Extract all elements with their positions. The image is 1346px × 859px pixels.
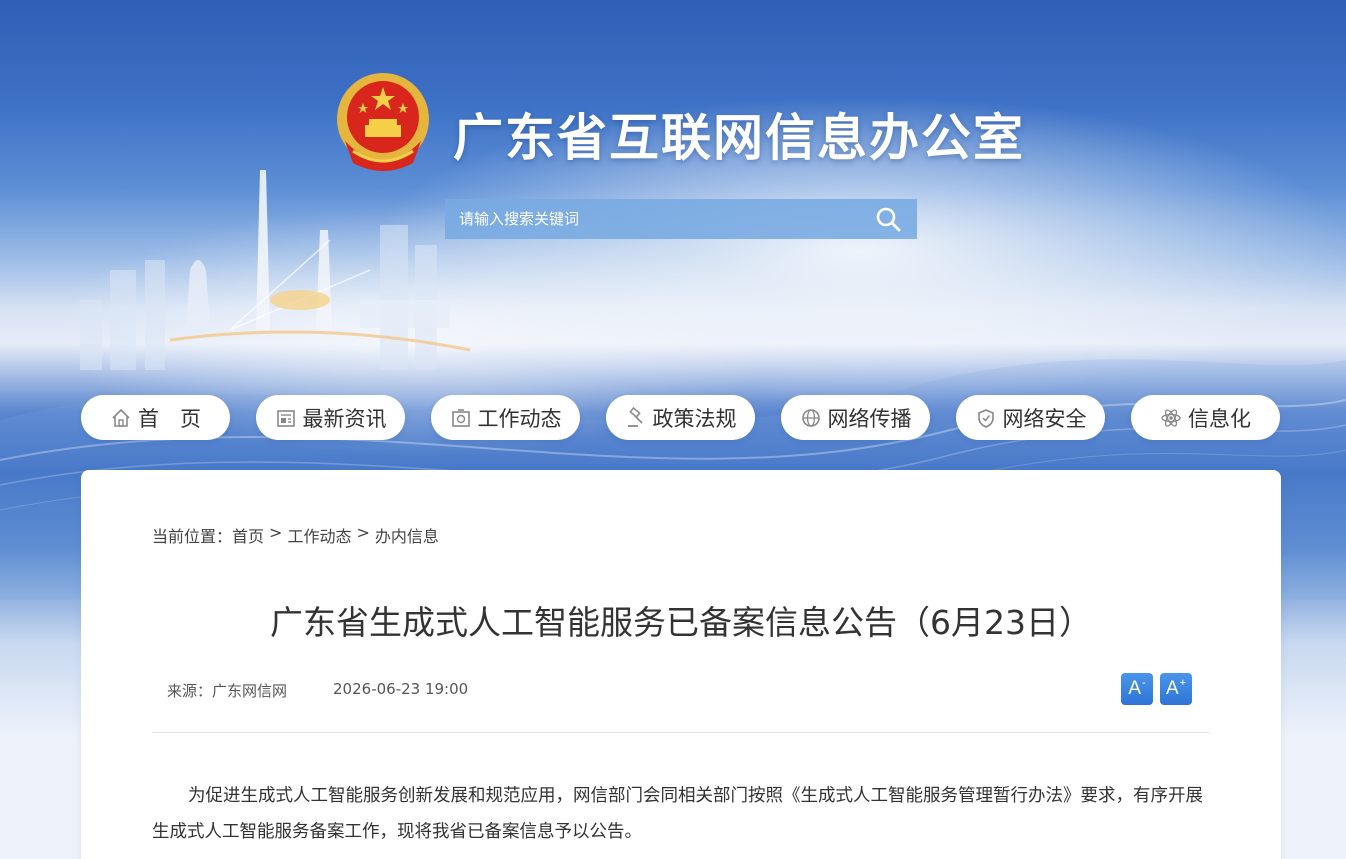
article-source: 来源：广东网信网	[167, 682, 288, 700]
font-decrease-label: A	[1128, 678, 1141, 699]
breadcrumb-separator: >	[269, 523, 283, 542]
meta-divider	[152, 732, 1210, 733]
article-meta: 来源：广东网信网 2026-06-23 19:00	[167, 680, 468, 701]
shield-icon	[975, 407, 997, 429]
gavel-icon	[625, 406, 647, 429]
breadcrumb-separator: >	[356, 523, 370, 542]
font-increase-label: A	[1165, 678, 1179, 699]
globe-icon	[800, 407, 822, 429]
breadcrumb-link-work[interactable]: 工作动态	[287, 523, 351, 547]
article-container: 当前位置： 首页 > 工作动态 > 办内信息 广东省生成式人工智能服务已备案信息…	[81, 470, 1281, 859]
search-button[interactable]	[859, 199, 917, 239]
breadcrumb-prefix: 当前位置：	[152, 527, 233, 546]
font-size-controls: A- A +	[1121, 673, 1192, 705]
article-paragraph: 为促进生成式人工智能服务创新发展和规范应用，网信部门会同相关部门按照《生成式人工…	[152, 786, 1203, 842]
national-emblem-icon	[333, 71, 433, 176]
nav-item-label: 最新资讯	[302, 406, 387, 431]
nav-item-label: 信息化	[1188, 406, 1251, 431]
search-icon	[876, 207, 901, 232]
nav-item-policy[interactable]: 政策法规	[606, 395, 755, 440]
font-increase-sup: +	[1179, 677, 1187, 689]
nav-item-label: 网络安全	[1002, 406, 1087, 431]
search-input[interactable]	[445, 199, 859, 239]
nav-item-label: 网络传播	[827, 406, 912, 431]
news-icon	[275, 407, 297, 429]
nav-item-label: 政策法规	[652, 406, 737, 431]
home-icon	[110, 407, 132, 429]
breadcrumb: 当前位置： 首页 > 工作动态 > 办内信息	[152, 523, 439, 547]
nav-item-home[interactable]: 首 页	[81, 395, 230, 440]
article-date: 2026-06-23 19:00	[333, 680, 469, 698]
atom-icon	[1160, 407, 1182, 429]
nav-item-label: 首 页	[138, 406, 201, 431]
work-icon	[450, 407, 472, 429]
font-increase-button[interactable]: A +	[1160, 673, 1192, 705]
nav-item-communication[interactable]: 网络传播	[781, 395, 930, 440]
breadcrumb-link-home[interactable]: 首页	[232, 523, 264, 547]
city-skyline-illustration	[80, 170, 471, 370]
search-bar	[445, 199, 917, 239]
article-title: 广东省生成式人工智能服务已备案信息公告（6月23日）	[270, 603, 1092, 642]
nav-item-work[interactable]: 工作动态	[431, 395, 580, 440]
nav-item-security[interactable]: 网络安全	[956, 395, 1105, 440]
font-decrease-button[interactable]: A-	[1121, 673, 1153, 705]
site-title: 广东省互联网信息办公室	[453, 109, 1025, 167]
nav-item-news[interactable]: 最新资讯	[256, 395, 405, 440]
main-nav: 首 页 最新资讯 工作动态 政策法规 网络传播 网络安全 信息化	[81, 395, 1281, 440]
nav-item-informatization[interactable]: 信息化	[1131, 395, 1280, 440]
font-decrease-sup: -	[1142, 677, 1146, 689]
breadcrumb-link-office-info[interactable]: 办内信息	[375, 523, 439, 547]
nav-item-label: 工作动态	[477, 406, 562, 431]
